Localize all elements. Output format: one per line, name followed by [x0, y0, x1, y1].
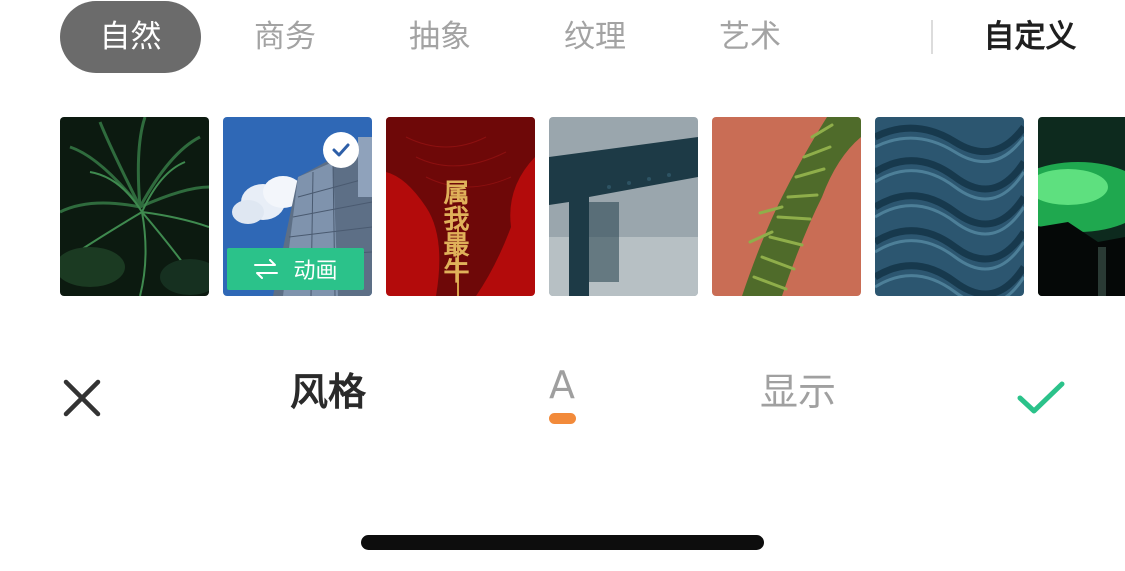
thumbnail-building-sky[interactable]: 动画 [223, 117, 372, 296]
thumbnail-red-poster[interactable]: 属我最牛 [386, 117, 535, 296]
thumbnail-palm-leaves[interactable] [60, 117, 209, 296]
check-circle-icon [332, 143, 350, 157]
confirm-button[interactable] [1016, 378, 1066, 418]
tab-font[interactable]: A [532, 360, 592, 430]
font-tab-indicator [549, 413, 576, 424]
font-tab-label: A [549, 363, 575, 407]
tab-divider [931, 20, 933, 54]
poster-calligraphy: 属我最牛 [439, 179, 469, 283]
close-button[interactable] [62, 378, 102, 418]
thumbnail-blue-dunes[interactable] [875, 117, 1024, 296]
thumbnail-green-plant[interactable] [712, 117, 861, 296]
thumbnail-aurora[interactable] [1038, 117, 1125, 296]
tab-display[interactable]: 显示 [746, 362, 850, 422]
tab-texture[interactable]: 纹理 [530, 1, 660, 73]
close-icon [63, 379, 101, 417]
animation-badge-label: 动画 [293, 259, 338, 284]
tab-custom[interactable]: 自定义 [970, 1, 1090, 73]
tab-art[interactable]: 艺术 [685, 1, 815, 73]
animation-badge[interactable]: 动画 [227, 248, 364, 290]
tab-style[interactable]: 风格 [276, 362, 380, 422]
selected-check-badge [323, 132, 359, 168]
thumbnail-railing-macro[interactable] [549, 117, 698, 296]
category-tabs: 自然 商务 抽象 纹理 艺术 自定义 [0, 0, 1125, 74]
checkmark-icon [1017, 381, 1065, 414]
tab-abstract[interactable]: 抽象 [375, 1, 505, 73]
tab-business[interactable]: 商务 [220, 1, 350, 73]
home-indicator[interactable] [361, 535, 764, 550]
tab-nature[interactable]: 自然 [60, 1, 201, 73]
background-thumbnails: 动画 属我最牛 [0, 117, 1125, 296]
swap-arrows-icon [253, 259, 279, 279]
